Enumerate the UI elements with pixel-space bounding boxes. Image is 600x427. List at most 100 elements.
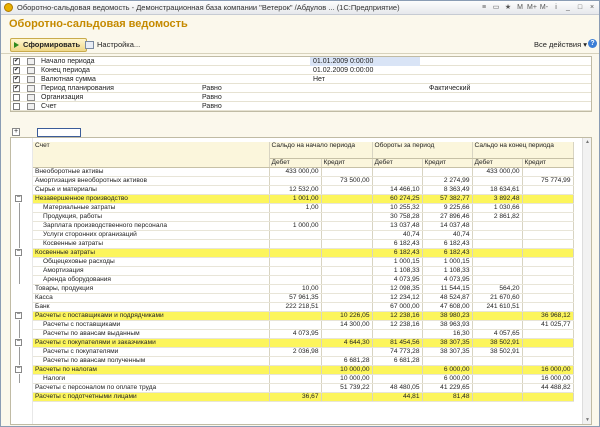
table-row[interactable]: Касса 57 961,35 12 234,12 48 524,87 21 670,6… bbox=[33, 293, 574, 303]
comparison-mode[interactable]: Равно bbox=[202, 102, 222, 111]
memory-minus-icon[interactable]: M- bbox=[539, 3, 549, 13]
table-row[interactable]: Расчеты по налогам 10 000,00 6 000,00 16 00… bbox=[33, 365, 574, 375]
cell-opening-debit: 2 036,98 bbox=[269, 347, 322, 357]
window-title: Оборотно-сальдовая ведомость - Демонстра… bbox=[17, 3, 400, 12]
account-name: Аренда оборудования bbox=[33, 275, 270, 285]
memory-plus-icon[interactable]: M+ bbox=[527, 3, 537, 13]
cell-closing-debit bbox=[472, 392, 523, 402]
table-row[interactable]: Косвенные затраты 6 182,43 6 182,43 bbox=[33, 239, 574, 249]
cell-opening-credit bbox=[321, 302, 373, 312]
vertical-scrollbar[interactable]: ▲ ▼ bbox=[582, 138, 591, 424]
all-actions-menu[interactable]: Все действия ▾ bbox=[534, 40, 587, 49]
collapse-group-icon[interactable]: − bbox=[15, 365, 22, 373]
table-row[interactable]: Косвенные затраты 6 182,43 6 182,43 bbox=[33, 248, 574, 258]
settings-value[interactable]: 01.02.2009 0:00:00 bbox=[310, 66, 420, 75]
cell-turnover-debit: 12 234,12 bbox=[372, 293, 423, 303]
settings-row[interactable]: Счет Равно bbox=[11, 102, 591, 111]
table-row[interactable]: Расчеты по авансам полученным 6 681,28 6 6… bbox=[33, 356, 574, 366]
settings-value[interactable]: 01.01.2009 0:00:00 bbox=[310, 57, 420, 66]
checkbox[interactable]: ✔ bbox=[13, 85, 20, 92]
settings-row[interactable]: ✔ Начало периода 01.01.2009 0:00:00 bbox=[11, 57, 591, 66]
comparison-mode[interactable]: Равно bbox=[202, 93, 222, 102]
scroll-up-icon[interactable]: ▲ bbox=[585, 139, 590, 145]
table-row[interactable]: Расчеты с подотчетными лицами 36,67 44,81 8… bbox=[33, 392, 574, 402]
parameter-icon bbox=[27, 85, 35, 92]
table-row[interactable]: Амортизация 1 108,33 1 108,33 bbox=[33, 266, 574, 276]
table-row[interactable]: Амортизация внеоборотных активов 73 500,0… bbox=[33, 176, 574, 186]
header-opening-debit: Дебет bbox=[269, 158, 322, 168]
table-row[interactable]: Налоги 10 000,00 6 000,00 16 000,00 bbox=[33, 374, 574, 384]
table-row[interactable]: Расчеты с персоналом по оплате труда 51 7… bbox=[33, 383, 574, 393]
cell-closing-debit: 433 000,00 bbox=[472, 167, 523, 177]
table-row[interactable]: Продукция, работы 30 758,28 27 896,46 2 861… bbox=[33, 212, 574, 222]
table-row[interactable]: Сырье и материалы 12 532,00 14 466,10 8 363… bbox=[33, 185, 574, 195]
help-icon[interactable]: ? bbox=[588, 39, 597, 48]
expand-all-icon[interactable]: + bbox=[12, 128, 20, 136]
settings-row[interactable]: ✔ Конец периода 01.02.2009 0:00:00 bbox=[11, 66, 591, 75]
toolbar: Сформировать Настройка... Все действия ▾… bbox=[1, 36, 599, 54]
account-name: Расчеты с персоналом по оплате труда bbox=[33, 383, 270, 393]
cell-opening-debit: 1 001,00 bbox=[269, 194, 322, 204]
cell-opening-credit bbox=[321, 347, 373, 357]
cell-turnover-debit: 12 098,35 bbox=[372, 284, 423, 294]
account-name: Внеоборотные активы bbox=[33, 167, 270, 177]
table-row[interactable]: Расчеты с покупателями и заказчиками 4 64… bbox=[33, 338, 574, 348]
info-icon[interactable]: i bbox=[551, 3, 561, 13]
table-row[interactable]: Материальные затраты 1,00 10 255,32 9 225,6… bbox=[33, 203, 574, 213]
settings-row[interactable]: ✔ Валютная сумма Нет bbox=[11, 75, 591, 84]
settings-button[interactable]: Настройка... bbox=[85, 38, 140, 52]
collapse-group-icon[interactable]: − bbox=[15, 248, 22, 256]
table-row[interactable]: Банк 222 218,51 67 000,00 47 608,00 241 610,… bbox=[33, 302, 574, 312]
account-name: Банк bbox=[33, 302, 270, 312]
menu-icon[interactable]: ≡ bbox=[479, 3, 489, 13]
collapse-group-icon[interactable]: − bbox=[15, 338, 22, 346]
cell-turnover-debit: 14 466,10 bbox=[372, 185, 423, 195]
settings-value[interactable]: Нет bbox=[310, 75, 420, 84]
close-button[interactable]: × bbox=[587, 3, 597, 13]
checkbox[interactable]: ✔ bbox=[13, 76, 20, 83]
table-row[interactable]: Расчеты по авансам выданным 4 073,95 16,30… bbox=[33, 329, 574, 339]
checkbox[interactable] bbox=[13, 103, 20, 110]
collapse-group-icon[interactable]: − bbox=[15, 311, 22, 319]
minimize-button[interactable]: _ bbox=[563, 3, 573, 13]
checkbox[interactable] bbox=[13, 94, 20, 101]
cell-closing-debit: 3 892,48 bbox=[472, 194, 523, 204]
copy-window-icon[interactable]: ▭ bbox=[491, 3, 501, 13]
cell-turnover-credit: 57 382,77 bbox=[422, 194, 473, 204]
cell-opening-debit bbox=[269, 176, 322, 186]
collapse-group-icon[interactable]: − bbox=[15, 194, 22, 202]
table-row[interactable]: Аренда оборудования 4 073,95 4 073,95 bbox=[33, 275, 574, 285]
comparison-mode[interactable]: Равно bbox=[202, 84, 222, 93]
cell-turnover-debit: 6 182,43 bbox=[372, 248, 423, 258]
table-row[interactable]: Незавершенное производство 1 001,00 60 274… bbox=[33, 194, 574, 204]
settings-row[interactable]: Организация Равно bbox=[11, 93, 591, 102]
table-row[interactable]: Зарплата производственного персонала 1 00… bbox=[33, 221, 574, 231]
table-row[interactable]: Общецеховые расходы 1 000,15 1 000,15 bbox=[33, 257, 574, 267]
cell-turnover-debit: 81 454,56 bbox=[372, 338, 423, 348]
filter-value[interactable]: Фактический bbox=[429, 84, 470, 93]
table-row[interactable]: Товары, продукция 10,00 12 098,35 11 544,15… bbox=[33, 284, 574, 294]
cell-value-input[interactable] bbox=[37, 128, 81, 137]
settings-row[interactable]: ✔ Период планирования Равно Фактический bbox=[11, 84, 591, 93]
favorites-star-icon[interactable]: ★ bbox=[503, 3, 513, 13]
table-row[interactable]: Услуги сторонних организаций 40,74 40,74 bbox=[33, 230, 574, 240]
cell-opening-debit: 433 000,00 bbox=[269, 167, 322, 177]
group-line bbox=[19, 257, 20, 284]
generate-button[interactable]: Сформировать bbox=[10, 38, 88, 52]
table-row[interactable]: Расчеты с поставщиками 14 300,00 12 238,16… bbox=[33, 320, 574, 330]
checkbox[interactable]: ✔ bbox=[13, 67, 20, 74]
memory-icon[interactable]: M bbox=[515, 3, 525, 13]
cell-turnover-credit: 6 000,00 bbox=[422, 365, 473, 375]
table-row[interactable]: Внеоборотные активы 433 000,00 433 000,00 bbox=[33, 167, 574, 177]
table-row[interactable]: Расчеты с покупателями 2 036,98 74 773,28 3… bbox=[33, 347, 574, 357]
checkbox[interactable]: ✔ bbox=[13, 58, 20, 65]
cell-turnover-credit: 11 544,15 bbox=[422, 284, 473, 294]
cell-opening-credit bbox=[321, 257, 373, 267]
cell-closing-debit bbox=[472, 230, 523, 240]
cell-closing-credit bbox=[522, 257, 574, 267]
maximize-button[interactable]: □ bbox=[575, 3, 585, 13]
scroll-down-icon[interactable]: ▼ bbox=[585, 417, 590, 423]
table-row[interactable]: Расчеты с поставщиками и подрядчиками 10 … bbox=[33, 311, 574, 321]
account-name: Материальные затраты bbox=[33, 203, 270, 213]
cell-turnover-credit: 9 225,66 bbox=[422, 203, 473, 213]
